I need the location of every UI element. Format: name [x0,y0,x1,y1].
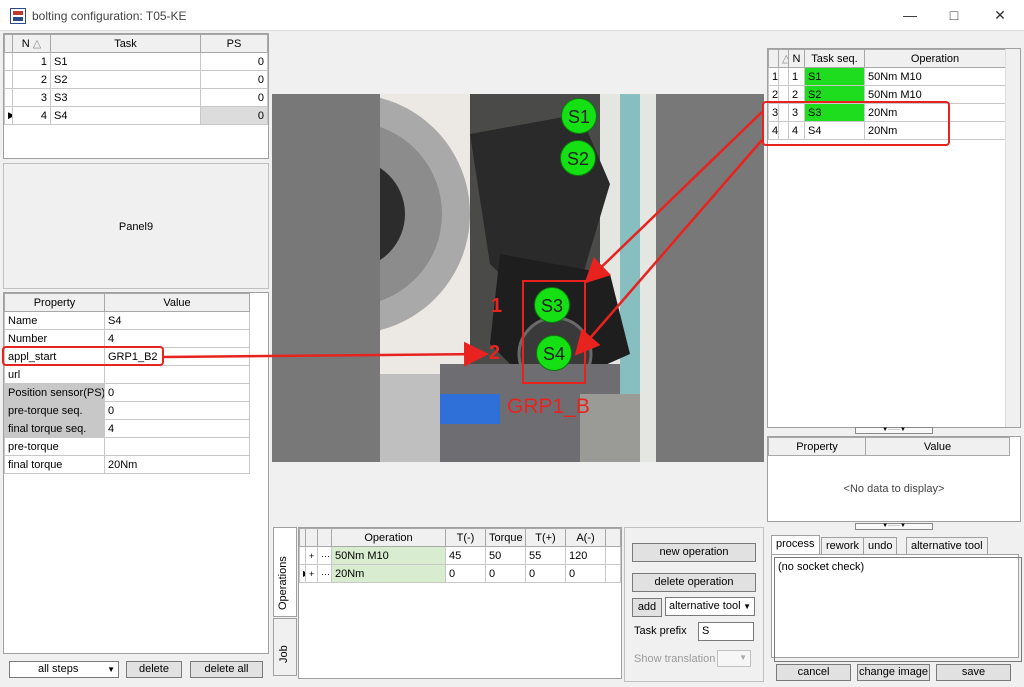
new-operation-button[interactable]: new operation [632,543,756,562]
right-property-grid[interactable]: Property Value <No data to display> [767,436,1021,522]
chevron-down-icon: ▼ [743,602,751,611]
task-prefix-label: Task prefix [634,625,687,637]
tab-operations[interactable]: Operations [273,527,297,617]
cancel-button[interactable]: cancel [776,664,851,681]
alternative-tool-select[interactable]: alternative tool ▼ [665,597,755,616]
empty-message: <No data to display> [843,483,945,495]
sort-icon[interactable]: △ [778,49,789,68]
splitter-handle[interactable]: ▼······▼ [855,427,933,434]
task-seq-scrollbar[interactable] [1005,49,1020,427]
tab-rework[interactable]: rework [821,537,865,555]
save-button[interactable]: save [936,664,1011,681]
taskseq-header-task[interactable]: Task seq. [804,49,865,68]
add-button[interactable]: add [632,598,662,617]
ellipsis-icon[interactable]: ··· [317,564,332,583]
tab-job[interactable]: Job [273,618,297,676]
show-translation-select[interactable]: ▼ [717,650,751,667]
right-property-header: Property [768,437,866,456]
ops-header-operation[interactable]: Operation [331,528,446,547]
show-translation-label: Show translation [634,653,716,665]
taskseq-header-n[interactable]: N [788,49,805,68]
task-prefix-input[interactable]: S [698,622,754,641]
tab-undo[interactable]: undo [863,537,898,555]
tab-content: (no socket check) [771,554,1022,662]
process-memo[interactable]: (no socket check) [774,557,1022,662]
tab-alternative-tool[interactable]: alternative tool [906,537,988,555]
ops-header-torque[interactable]: Torque [485,528,526,547]
table-row[interactable]: 1 1 S1 50Nm M10 [768,67,1006,86]
operations-grid[interactable]: Operation T(-) Torque T(+) A(-) + ··· 50… [298,527,622,679]
delete-operation-button[interactable]: delete operation [632,573,756,592]
change-image-button[interactable]: change image [857,664,930,681]
taskseq-header-operation[interactable]: Operation [864,49,1006,68]
ops-header-tplus[interactable]: T(+) [525,528,566,547]
tab-process[interactable]: process [771,535,820,555]
ops-header-tminus[interactable]: T(-) [445,528,486,547]
table-row[interactable]: ▶ + ··· 20Nm 0 0 0 0 [299,564,621,583]
task-seq-highlight [762,101,950,146]
chevron-down-icon: ▼ [739,653,747,662]
ops-header-aminus[interactable]: A(-) [565,528,606,547]
right-value-header: Value [865,437,1010,456]
expand-icon[interactable]: + [305,546,318,565]
ellipsis-icon[interactable]: ··· [317,546,332,565]
expand-icon[interactable]: + [305,564,318,583]
splitter-handle[interactable]: ▼······▼ [855,523,933,530]
table-row[interactable]: + ··· 50Nm M10 45 50 55 120 [299,546,621,565]
